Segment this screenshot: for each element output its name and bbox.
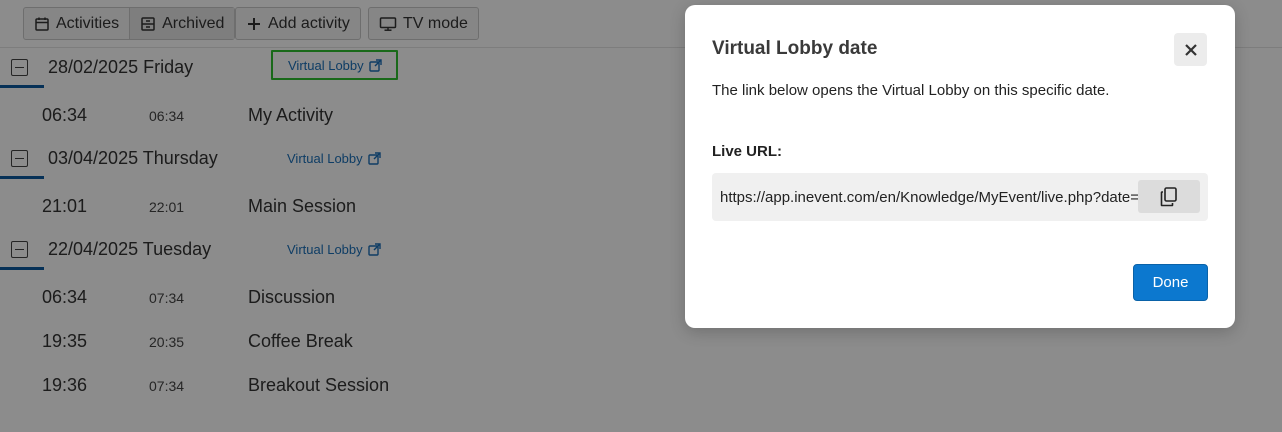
close-icon bbox=[1184, 43, 1197, 56]
live-url-label: Live URL: bbox=[712, 143, 783, 160]
copy-url-button[interactable] bbox=[1138, 180, 1200, 213]
copy-icon bbox=[1160, 186, 1177, 206]
live-url-input[interactable] bbox=[720, 182, 1138, 212]
virtual-lobby-date-dialog: Virtual Lobby date The link below opens … bbox=[685, 5, 1235, 328]
close-button[interactable] bbox=[1174, 33, 1207, 66]
dialog-title: Virtual Lobby date bbox=[712, 38, 878, 59]
done-button[interactable]: Done bbox=[1133, 264, 1208, 301]
dialog-description: The link below opens the Virtual Lobby o… bbox=[712, 82, 1110, 99]
live-url-field-group bbox=[712, 173, 1208, 221]
